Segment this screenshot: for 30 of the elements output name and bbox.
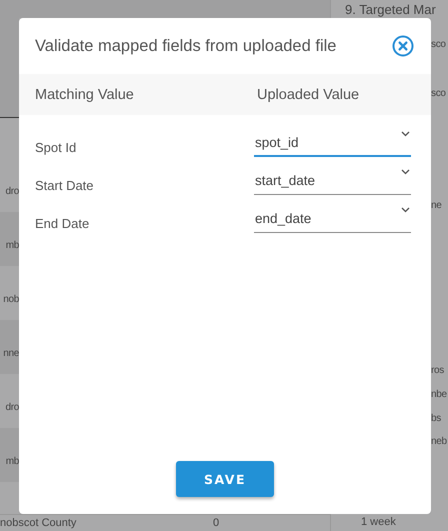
table-cell-text: 0 — [213, 516, 220, 531]
dropdown-field[interactable]: end_date — [254, 205, 411, 233]
table-cell-text: nobscot County — [0, 516, 78, 531]
chevron-icon — [401, 207, 410, 213]
table-cell: mb — [6, 455, 19, 469]
chevron-icon — [401, 169, 410, 175]
table-cell: dro — [5, 185, 19, 199]
section-heading: 9. Targeted Mar — [345, 1, 436, 17]
dialog-title: Validate mapped fields from uploaded file — [35, 36, 336, 56]
dropdown-field[interactable]: start_date — [254, 167, 411, 195]
list-item-text: ros — [431, 364, 444, 378]
table-cell: dro — [5, 401, 19, 415]
list-item-text: sco — [431, 38, 446, 52]
list-item-text: bs — [431, 412, 441, 426]
close-icon[interactable] — [392, 35, 414, 57]
table-cell: mb — [6, 239, 19, 253]
field-label: Spot Id — [35, 138, 78, 154]
dropdown-field[interactable]: spot_id — [254, 129, 411, 157]
chevron-icon — [401, 131, 410, 137]
field-label: End Date — [35, 214, 90, 230]
table-cell: nob — [3, 293, 19, 307]
column-header: Uploaded Value — [257, 86, 360, 102]
list-item-text: sco — [431, 87, 446, 101]
list-item-text: ne — [431, 199, 442, 213]
table-cell: nne — [3, 347, 19, 361]
table-cell: 1 week — [361, 516, 396, 528]
list-item-text: neb — [431, 435, 447, 449]
field-label: Start Date — [35, 176, 95, 192]
column-header: Matching Value — [35, 86, 135, 102]
list-item-text: nbe — [431, 388, 447, 402]
